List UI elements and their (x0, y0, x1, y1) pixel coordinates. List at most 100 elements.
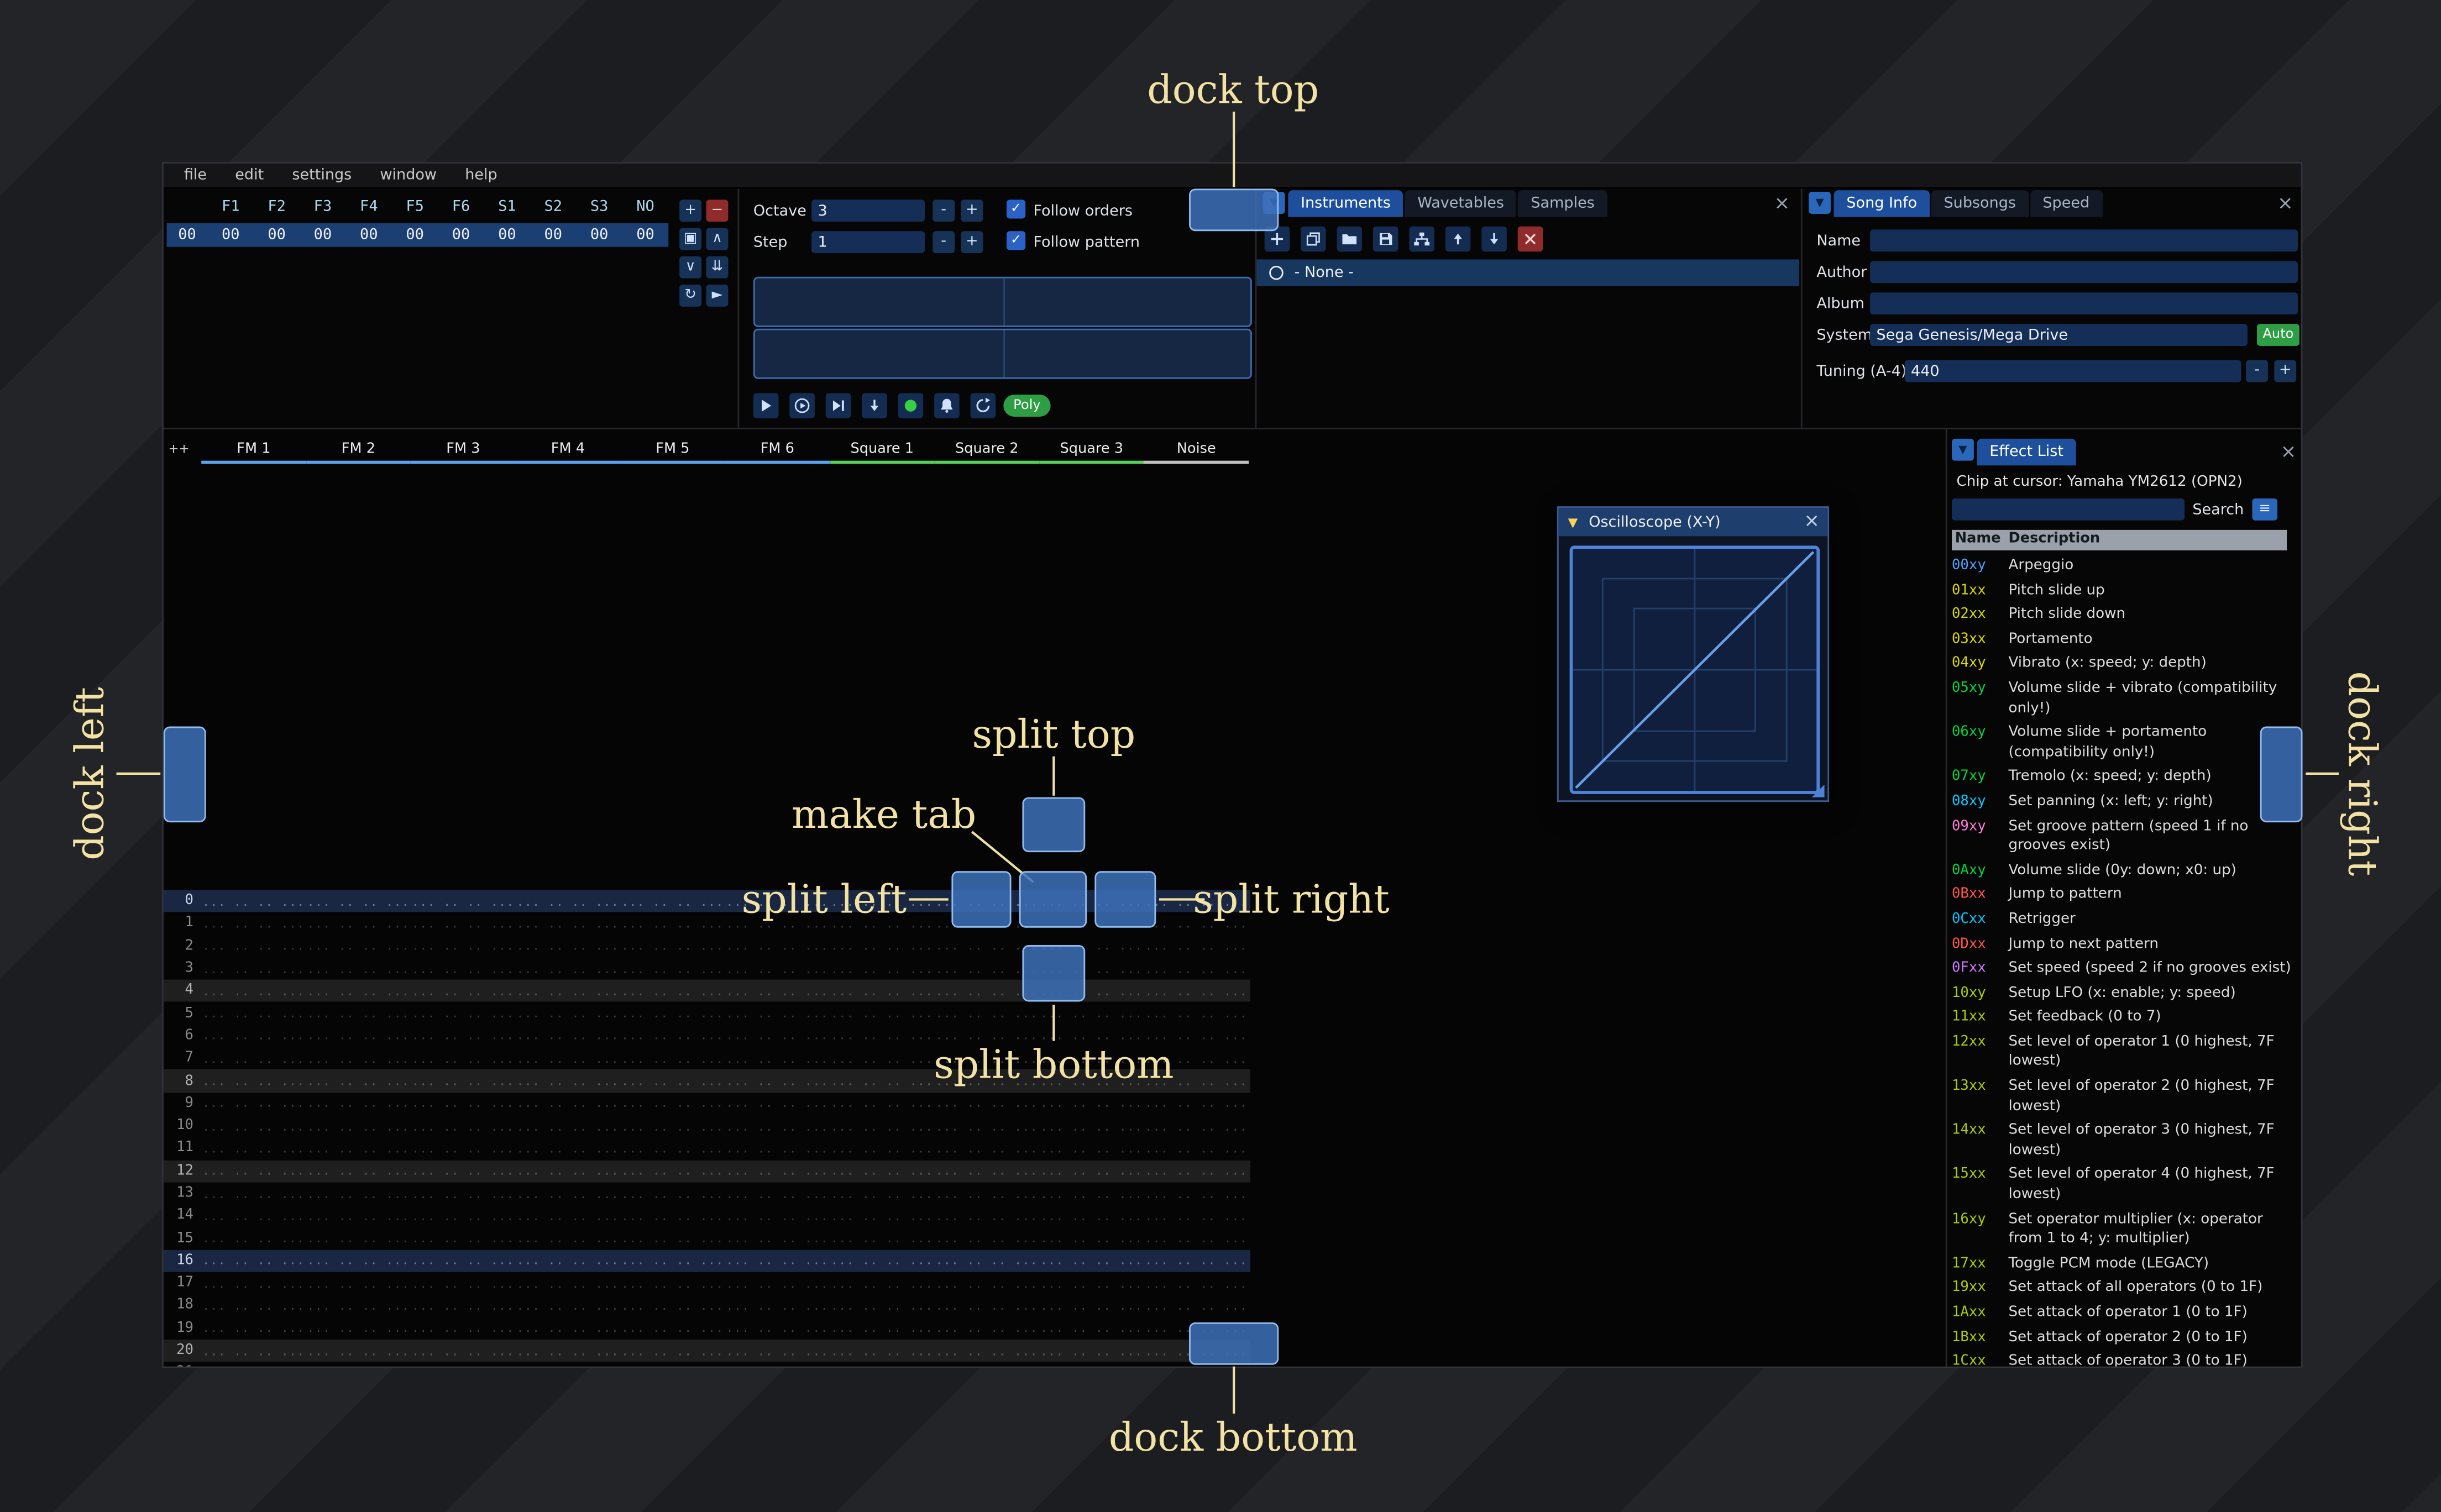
pattern-cell[interactable]: ... .. .. ... (306, 1029, 411, 1043)
pattern-cell[interactable]: ... .. .. ... (935, 1141, 1039, 1156)
pattern-cell[interactable]: ... .. .. ... (306, 1006, 411, 1021)
pattern-cell[interactable]: ... .. .. ... (620, 1029, 725, 1043)
channel-header-square-1[interactable]: Square 1 (830, 439, 935, 464)
effect-row-02xx[interactable]: 02xx Pitch slide down (1952, 606, 2293, 626)
pattern-cell[interactable]: ... .. .. ... (1039, 1164, 1144, 1178)
instrument-delete-button[interactable] (1517, 226, 1543, 252)
instrument-organize-button[interactable] (1409, 226, 1434, 252)
effect-row-01xx[interactable]: 01xx Pitch slide up (1952, 581, 2293, 601)
pattern-cell[interactable]: ... .. .. ... (201, 1186, 306, 1201)
pattern-cell[interactable]: ... .. .. ... (306, 1209, 411, 1223)
pattern-cell[interactable]: ... .. .. ... (725, 1231, 830, 1246)
piano-lower-row[interactable] (753, 328, 1252, 379)
pattern-cell[interactable]: ... .. .. ... (201, 917, 306, 931)
oscilloscope-close-button[interactable]: × (1804, 511, 1820, 530)
collapse-icon[interactable]: ▼ (1568, 515, 1578, 529)
pattern-cell[interactable]: ... .. .. ... (201, 984, 306, 999)
order-change-mode-button[interactable]: ↻ (679, 284, 702, 307)
effect-row-0Axy[interactable]: 0Axy Volume slide (0y: down; x0: up) (1952, 861, 2293, 881)
play-button[interactable] (753, 393, 779, 418)
pattern-cell[interactable]: ... .. .. ... (620, 1119, 725, 1133)
pattern-cell[interactable]: ... .. .. ... (620, 1299, 725, 1313)
pattern-cell[interactable]: ... .. .. ... (201, 1052, 306, 1066)
pattern-cell[interactable]: ... .. .. ... (306, 1052, 411, 1066)
pattern-cell[interactable]: ... .. .. ... (620, 1276, 725, 1290)
pattern-cell[interactable]: ... .. .. ... (306, 1321, 411, 1336)
pattern-cell[interactable]: ... .. .. ... (935, 1299, 1039, 1313)
pattern-cell[interactable]: ... .. .. ... (725, 1164, 830, 1178)
pattern-cell[interactable]: ... .. .. ... (516, 962, 620, 976)
poly-button[interactable]: Poly (1003, 395, 1051, 417)
pattern-cell[interactable]: ... .. .. ... (306, 984, 411, 999)
pattern-cell[interactable]: ... .. .. ... (201, 1164, 306, 1178)
song-info-close-button[interactable]: × (2277, 193, 2293, 212)
pattern-cell[interactable]: ... .. .. ... (830, 1164, 934, 1178)
pattern-cell[interactable]: ... .. .. ... (306, 1231, 411, 1246)
pattern-cell[interactable]: ... .. .. ... (830, 939, 934, 953)
pattern-cell[interactable]: ... .. .. ... (411, 1186, 515, 1201)
record-button[interactable] (898, 393, 924, 418)
pattern-cell[interactable]: ... .. .. ... (620, 1209, 725, 1223)
order-value-f5[interactable]: 00 (392, 227, 438, 244)
pattern-cell[interactable]: ... .. .. ... (516, 1186, 620, 1201)
pattern-cell[interactable]: ... .. .. ... (1039, 1096, 1144, 1111)
order-move-up-button[interactable]: ∧ (706, 228, 729, 250)
pattern-cell[interactable]: ... .. .. ... (306, 1344, 411, 1358)
pattern-cell[interactable]: ... .. .. ... (620, 1344, 725, 1358)
pattern-cell[interactable]: ... .. .. ... (620, 1231, 725, 1246)
pattern-cell[interactable]: ... .. .. ... (516, 1006, 620, 1021)
pattern-cell[interactable]: ... .. .. ... (725, 1141, 830, 1156)
pattern-cell[interactable]: ... .. .. ... (1144, 1209, 1249, 1223)
pattern-cell[interactable]: ... .. .. ... (725, 1321, 830, 1336)
channel-header-square-3[interactable]: Square 3 (1039, 439, 1144, 464)
pattern-cell[interactable]: ... .. .. ... (1144, 1276, 1249, 1290)
pattern-cell[interactable]: ... .. .. ... (830, 1344, 934, 1358)
pattern-cell[interactable]: ... .. .. ... (1144, 1231, 1249, 1246)
menu-item-help[interactable]: help (451, 164, 512, 188)
pattern-cell[interactable]: ... .. .. ... (411, 1074, 515, 1088)
pattern-cell[interactable]: ... .. .. ... (516, 1276, 620, 1290)
pattern-cell[interactable]: ... .. .. ... (411, 1299, 515, 1313)
pattern-cell[interactable]: ... .. .. ... (201, 1254, 306, 1268)
pattern-cell[interactable]: ... .. .. ... (201, 1209, 306, 1223)
pattern-cell[interactable]: ... .. .. ... (201, 1231, 306, 1246)
order-add-button[interactable]: + (679, 200, 702, 222)
pattern-cell[interactable]: ... .. .. ... (411, 1276, 515, 1290)
pattern-cell[interactable]: ... .. .. ... (935, 1209, 1039, 1223)
pattern-cell[interactable]: ... .. .. ... (725, 1344, 830, 1358)
pattern-cell[interactable]: ... .. .. ... (306, 1074, 411, 1088)
order-duplicate-end-button[interactable]: ⇊ (706, 256, 729, 279)
pattern-cell[interactable]: ... .. .. ... (830, 1254, 934, 1268)
pattern-cell[interactable]: ... .. .. ... (620, 894, 725, 909)
effect-row-06xy[interactable]: 06xy Volume slide + portamento (compatibil… (1952, 723, 2293, 763)
pattern-cell[interactable]: ... .. .. ... (1039, 1209, 1144, 1223)
pattern-cell[interactable]: ... .. .. ... (830, 1231, 934, 1246)
tab-instruments[interactable]: Instruments (1288, 190, 1403, 217)
pattern-cell[interactable]: ... .. .. ... (411, 1254, 515, 1268)
effect-row-15xx[interactable]: 15xx Set level of operator 4 (0 highest, … (1952, 1166, 2293, 1206)
pattern-cell[interactable]: ... .. .. ... (516, 1321, 620, 1336)
pattern-cell[interactable]: ... .. .. ... (1039, 1186, 1144, 1201)
tab-speed[interactable]: Speed (2030, 190, 2102, 217)
channel-header-fm-3[interactable]: FM 3 (411, 439, 516, 464)
pattern-cell[interactable]: ... .. .. ... (411, 939, 515, 953)
song-album-input[interactable] (1870, 292, 2298, 315)
effect-row-09xy[interactable]: 09xy Set groove pattern (speed 1 if no gro… (1952, 817, 2293, 857)
effect-list-close-button[interactable]: × (2281, 442, 2297, 461)
effect-row-13xx[interactable]: 13xx Set level of operator 2 (0 highest, … (1952, 1077, 2293, 1117)
instrument-save-button[interactable] (1373, 226, 1398, 252)
pattern-cell[interactable]: ... .. .. ... (620, 1321, 725, 1336)
piano-upper-row[interactable] (753, 276, 1252, 327)
effect-row-17xx[interactable]: 17xx Toggle PCM mode (LEGACY) (1952, 1254, 2293, 1274)
pattern-cell[interactable]: ... .. .. ... (516, 939, 620, 953)
pattern-cell[interactable]: ... .. .. ... (830, 1321, 934, 1336)
step-increase-button[interactable]: + (961, 231, 983, 254)
order-duplicate-button[interactable]: ▣ (679, 228, 702, 250)
pattern-cell[interactable]: ... .. .. ... (516, 1029, 620, 1043)
pattern-cell[interactable]: ... .. .. ... (830, 1006, 934, 1021)
pattern-cell[interactable]: ... .. .. ... (201, 1276, 306, 1290)
pattern-cell[interactable]: ... .. .. ... (935, 1186, 1039, 1201)
pattern-cell[interactable]: ... .. .. ... (1144, 1096, 1249, 1111)
pattern-cell[interactable]: ... .. .. ... (516, 1254, 620, 1268)
pattern-cell[interactable]: ... .. .. ... (516, 1096, 620, 1111)
